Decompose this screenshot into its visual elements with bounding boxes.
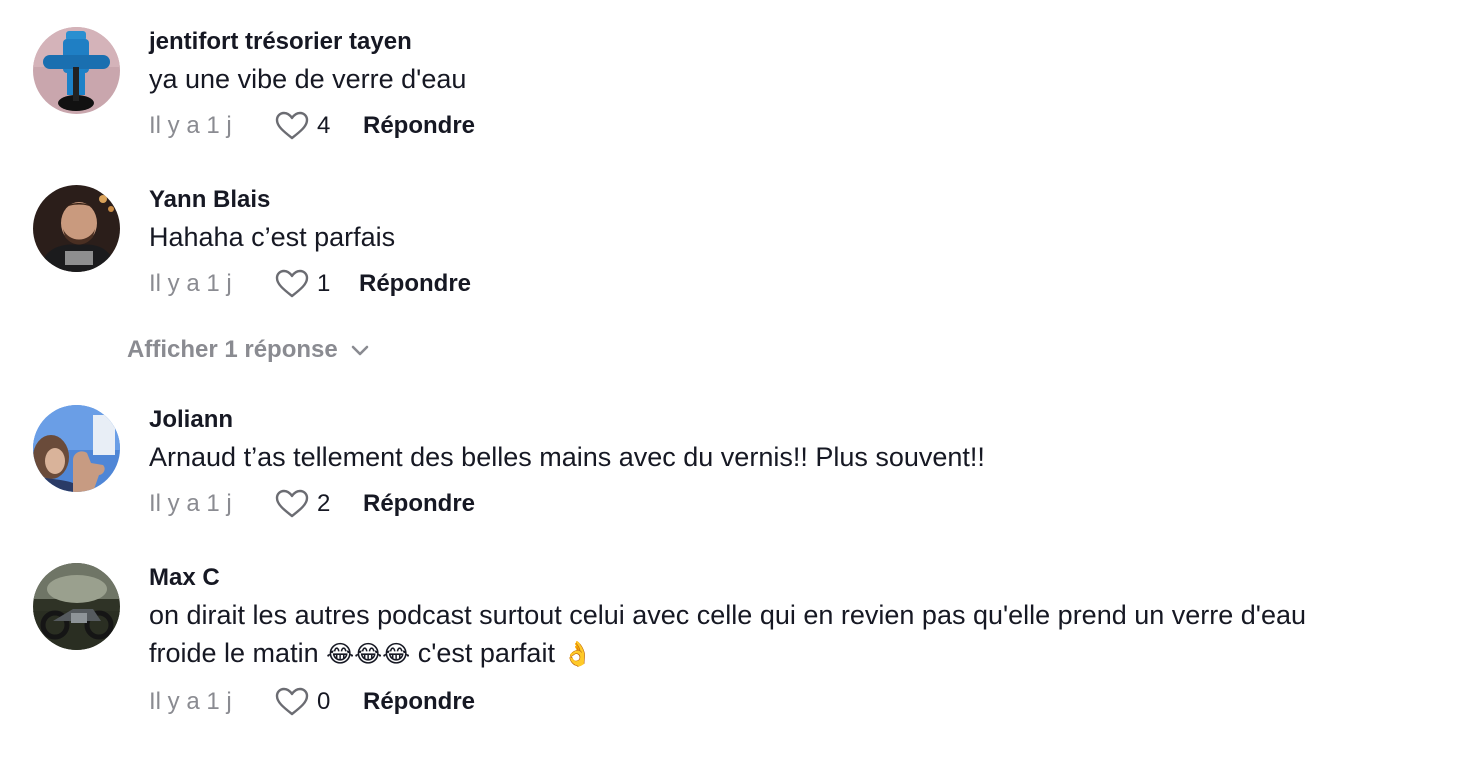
comment-meta: Il y a 1 j 4 Répondre xyxy=(149,108,1443,144)
comment-username[interactable]: Max C xyxy=(149,563,1443,593)
view-replies-label: Afficher 1 réponse xyxy=(127,336,338,363)
avatar[interactable] xyxy=(33,563,120,650)
like-button[interactable]: 4 xyxy=(275,111,353,141)
like-count: 1 xyxy=(317,270,331,297)
comment-username[interactable]: Yann Blais xyxy=(149,185,1443,215)
avatar[interactable] xyxy=(33,405,120,492)
view-replies-button[interactable]: Afficher 1 réponse xyxy=(127,336,370,364)
like-button[interactable]: 1 xyxy=(275,269,349,299)
comment-text-line: on dirait les autres podcast surtout cel… xyxy=(149,600,1307,630)
reply-button[interactable]: Répondre xyxy=(363,112,475,140)
reply-button[interactable]: Répondre xyxy=(359,270,471,298)
avatar[interactable] xyxy=(33,27,120,114)
comment-meta: Il y a 1 j 2 Répondre xyxy=(149,486,1443,522)
avatar-image xyxy=(33,27,120,114)
comment-text: ya une vibe de verre d'eau xyxy=(149,64,467,94)
avatar-image xyxy=(33,563,120,650)
comment-username[interactable]: jentifort trésorier tayen xyxy=(149,27,1443,57)
like-count: 2 xyxy=(317,490,331,517)
chevron-down-icon xyxy=(351,345,369,356)
heart-outline-icon xyxy=(275,687,309,716)
like-count: 4 xyxy=(317,112,331,139)
avatar[interactable] xyxy=(33,185,120,272)
comment-text: Arnaud t’as tellement des belles mains a… xyxy=(149,442,985,472)
like-button[interactable]: 0 xyxy=(275,687,353,717)
comment-timestamp: Il y a 1 j xyxy=(149,270,232,297)
comment-timestamp: Il y a 1 j xyxy=(149,490,232,517)
comment-text-line: froide le matin 😂😂😂 c'est parfait 👌 xyxy=(149,634,1443,674)
like-button[interactable]: 2 xyxy=(275,489,353,519)
heart-outline-icon xyxy=(275,111,309,140)
comment-meta: Il y a 1 j 0 Répondre xyxy=(149,684,1443,720)
comment-timestamp: Il y a 1 j xyxy=(149,687,232,715)
reply-button[interactable]: Répondre xyxy=(363,688,475,716)
heart-outline-icon xyxy=(275,269,309,298)
comment-text: on dirait les autres podcast surtout cel… xyxy=(149,596,1443,674)
laughing-emoji: 😂😂😂 xyxy=(326,640,411,668)
avatar-image xyxy=(33,185,120,272)
comment-text-segment: c'est parfait xyxy=(410,638,563,668)
heart-outline-icon xyxy=(275,489,309,518)
comment-timestamp: Il y a 1 j xyxy=(149,112,232,139)
ok-hand-emoji: 👌 xyxy=(562,640,593,668)
comment-username[interactable]: Joliann xyxy=(149,405,1443,435)
avatar-image xyxy=(33,405,120,492)
comment-meta: Il y a 1 j 1 Répondre xyxy=(149,266,1443,302)
reply-button[interactable]: Répondre xyxy=(363,490,475,518)
comment-text-segment: froide le matin xyxy=(149,638,327,668)
like-count: 0 xyxy=(317,687,331,715)
comment-text: Hahaha c’est parfais xyxy=(149,222,396,252)
